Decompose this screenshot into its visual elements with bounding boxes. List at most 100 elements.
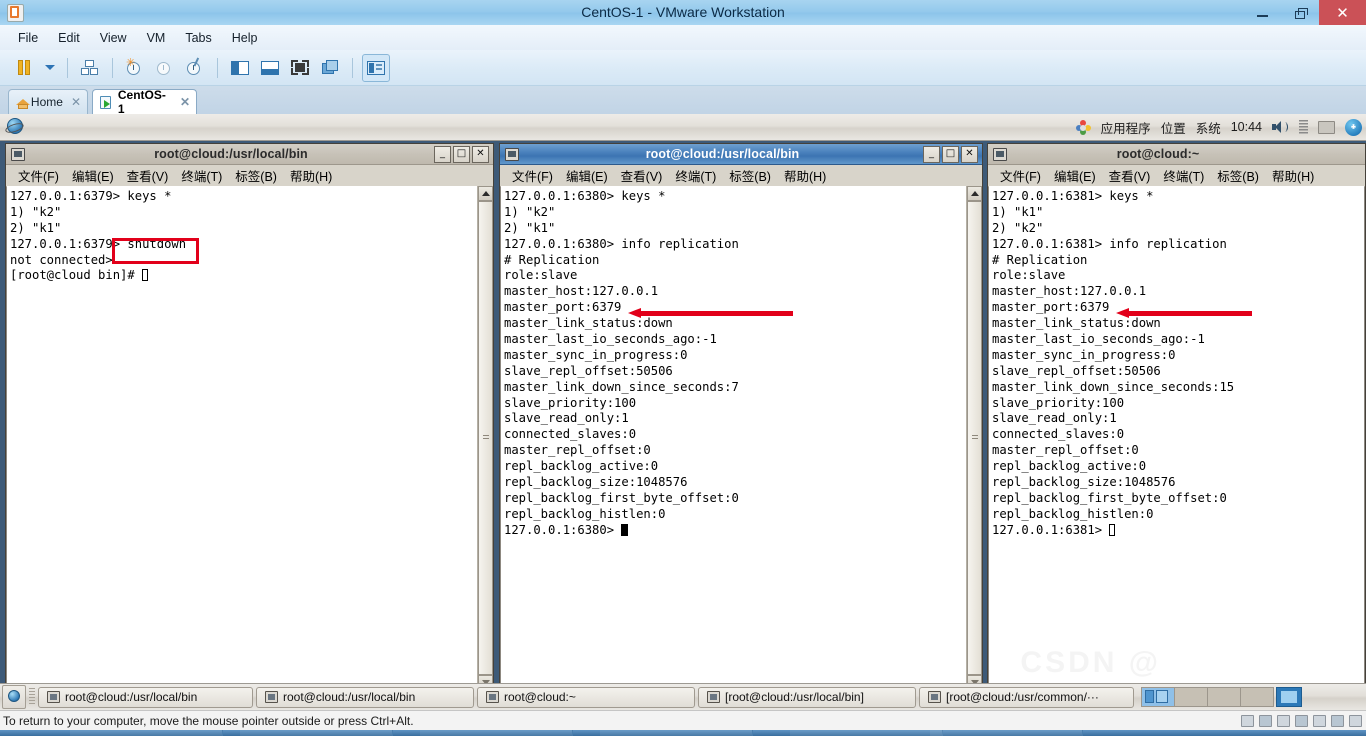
terminal-middle-window[interactable]: root@cloud:/usr/local/bin _ □ ✕ 文件(F) 编辑… [499, 143, 983, 691]
show-desktop-icon[interactable] [2, 685, 26, 709]
terminal-right-title-bar[interactable]: root@cloud:~ _ □ ✕ [988, 144, 1365, 165]
terminal-line: 127.0.0.1:6379> shutdown [10, 236, 187, 251]
tab-home[interactable]: Home ✕ [8, 89, 88, 114]
snapshot-manager-wrench-button[interactable] [182, 55, 208, 81]
terminal-menu-terminal[interactable]: 终端(T) [1157, 165, 1210, 186]
terminal-menu-view[interactable]: 查看(V) [615, 165, 669, 186]
terminal-menu-view[interactable]: 查看(V) [1103, 165, 1157, 186]
terminal-left-title-bar[interactable]: root@cloud:/usr/local/bin _ □ ✕ [6, 144, 493, 165]
terminal-left-close-button[interactable]: ✕ [472, 145, 489, 163]
manage-snapshots-button[interactable] [77, 55, 103, 81]
taskbar-item-1[interactable]: root@cloud:/usr/local/bin [256, 686, 474, 708]
workspace-1[interactable] [1142, 688, 1175, 706]
revert-snapshot-button[interactable] [152, 55, 178, 81]
terminal-middle-close-button[interactable]: ✕ [961, 145, 978, 163]
menu-help[interactable]: Help [222, 28, 268, 48]
terminal-middle-scrollbar[interactable] [966, 186, 982, 690]
usb-icon[interactable] [1295, 715, 1308, 727]
taskbar-handle[interactable] [29, 688, 35, 706]
scroll-up-icon[interactable] [478, 186, 493, 201]
terminal-left-output[interactable]: 127.0.0.1:6379> keys * 1) "k2" 2) "k1" 127.… [7, 186, 477, 690]
places-menu[interactable]: 位置 [1161, 118, 1186, 137]
terminal-left-scrollbar[interactable] [477, 186, 493, 690]
menu-edit[interactable]: Edit [48, 28, 90, 48]
host-taskbar[interactable] [0, 730, 1366, 736]
menu-file[interactable]: File [8, 28, 48, 48]
terminal-menu-terminal[interactable]: 终端(T) [175, 165, 228, 186]
panel-clock[interactable]: 10:44 [1231, 120, 1262, 134]
host-taskbar-item[interactable] [930, 730, 1083, 736]
enter-fullscreen-button[interactable] [287, 55, 313, 81]
workspace-4[interactable] [1241, 688, 1273, 706]
terminal-menu-terminal[interactable]: 终端(T) [669, 165, 722, 186]
tab-home-close-icon[interactable]: ✕ [71, 95, 81, 109]
terminal-middle-title-bar[interactable]: root@cloud:/usr/local/bin _ □ ✕ [500, 144, 982, 165]
speaker-icon[interactable] [1272, 120, 1289, 134]
terminal-menu-help[interactable]: 帮助(H) [284, 165, 338, 186]
terminal-menu-tabs[interactable]: 标签(B) [1211, 165, 1265, 186]
terminal-menu-file[interactable]: 文件(F) [994, 165, 1047, 186]
window-minimize-button[interactable] [1243, 0, 1281, 25]
taskbar-item-4[interactable]: [root@cloud:/usr/common/··· [919, 686, 1134, 708]
terminal-cursor [142, 269, 149, 282]
host-taskbar-item[interactable] [70, 730, 223, 736]
applications-menu[interactable]: 应用程序 [1101, 118, 1151, 137]
console-view-button[interactable] [362, 53, 390, 82]
terminal-menu-edit[interactable]: 编辑(E) [66, 165, 120, 186]
host-taskbar-item[interactable] [240, 730, 393, 736]
screen-icon[interactable] [1318, 120, 1335, 134]
terminal-middle-minimize-button[interactable]: _ [923, 145, 940, 163]
taskbar-item-0[interactable]: root@cloud:/usr/local/bin [38, 686, 253, 708]
taskbar-item-2[interactable]: root@cloud:~ [477, 686, 695, 708]
guest-os-screen[interactable]: 应用程序 位置 系统 10:44 ᛭ root@cloud:/usr/local… [0, 114, 1366, 710]
hard-disk-icon[interactable] [1241, 715, 1254, 727]
terminal-left-window[interactable]: root@cloud:/usr/local/bin _ □ ✕ 文件(F) 编辑… [5, 143, 494, 691]
terminal-left-minimize-button[interactable]: _ [434, 145, 451, 163]
terminal-right-output[interactable]: 127.0.0.1:6381> keys * 1) "k1" 2) "k2" 127.… [989, 186, 1364, 690]
terminal-menu-edit[interactable]: 编辑(E) [1048, 165, 1102, 186]
scroll-up-icon[interactable] [967, 186, 982, 201]
terminal-menu-file[interactable]: 文件(F) [12, 165, 65, 186]
tab-centos-1-close-icon[interactable]: ✕ [180, 95, 190, 109]
terminal-middle-maximize-button[interactable]: □ [942, 145, 959, 163]
host-taskbar-item[interactable] [790, 730, 943, 736]
workspace-3[interactable] [1208, 688, 1241, 706]
window-restore-button[interactable] [1281, 0, 1319, 25]
workspace-switcher[interactable] [1141, 687, 1274, 707]
terminal-left-maximize-button[interactable]: □ [453, 145, 470, 163]
scrollbar-thumb[interactable] [478, 201, 493, 675]
display-icon[interactable] [1349, 715, 1362, 727]
show-left-pane-button[interactable] [227, 55, 253, 81]
workspace-2[interactable] [1175, 688, 1208, 706]
menu-vm[interactable]: VM [137, 28, 176, 48]
scrollbar-thumb[interactable] [967, 201, 982, 675]
host-taskbar-item[interactable] [420, 730, 573, 736]
terminal-right-window[interactable]: root@cloud:~ _ □ ✕ 文件(F) 编辑(E) 查看(V) 终端(… [987, 143, 1366, 691]
sound-card-icon[interactable] [1313, 715, 1326, 727]
take-snapshot-button[interactable]: ✳ [122, 55, 148, 81]
terminal-menu-help[interactable]: 帮助(H) [778, 165, 832, 186]
menu-tabs[interactable]: Tabs [175, 28, 221, 48]
terminal-menu-tabs[interactable]: 标签(B) [723, 165, 777, 186]
terminal-menu-file[interactable]: 文件(F) [506, 165, 559, 186]
bluetooth-icon[interactable]: ᛭ [1345, 118, 1362, 136]
terminal-menu-edit[interactable]: 编辑(E) [560, 165, 614, 186]
network-adapter-icon[interactable] [1277, 715, 1290, 727]
trash-icon[interactable] [1276, 687, 1302, 707]
terminal-menu-tabs[interactable]: 标签(B) [229, 165, 283, 186]
system-menu[interactable]: 系统 [1196, 118, 1221, 137]
cd-drive-icon[interactable] [1259, 715, 1272, 727]
power-pause-button[interactable] [12, 55, 38, 81]
unity-mode-button[interactable] [317, 55, 343, 81]
host-taskbar-item[interactable] [600, 730, 753, 736]
terminal-menu-help[interactable]: 帮助(H) [1266, 165, 1320, 186]
menu-view[interactable]: View [90, 28, 137, 48]
power-dropdown-button[interactable] [42, 55, 58, 81]
window-close-button[interactable]: ✕ [1319, 0, 1366, 25]
tab-centos-1[interactable]: CentOS-1 ✕ [92, 88, 197, 116]
printer-icon[interactable] [1331, 715, 1344, 727]
terminal-menu-view[interactable]: 查看(V) [121, 165, 175, 186]
show-bottom-pane-button[interactable] [257, 55, 283, 81]
taskbar-item-3[interactable]: [root@cloud:/usr/local/bin] [698, 686, 916, 708]
terminal-middle-output[interactable]: 127.0.0.1:6380> keys * 1) "k2" 2) "k1" 127.… [501, 186, 966, 690]
